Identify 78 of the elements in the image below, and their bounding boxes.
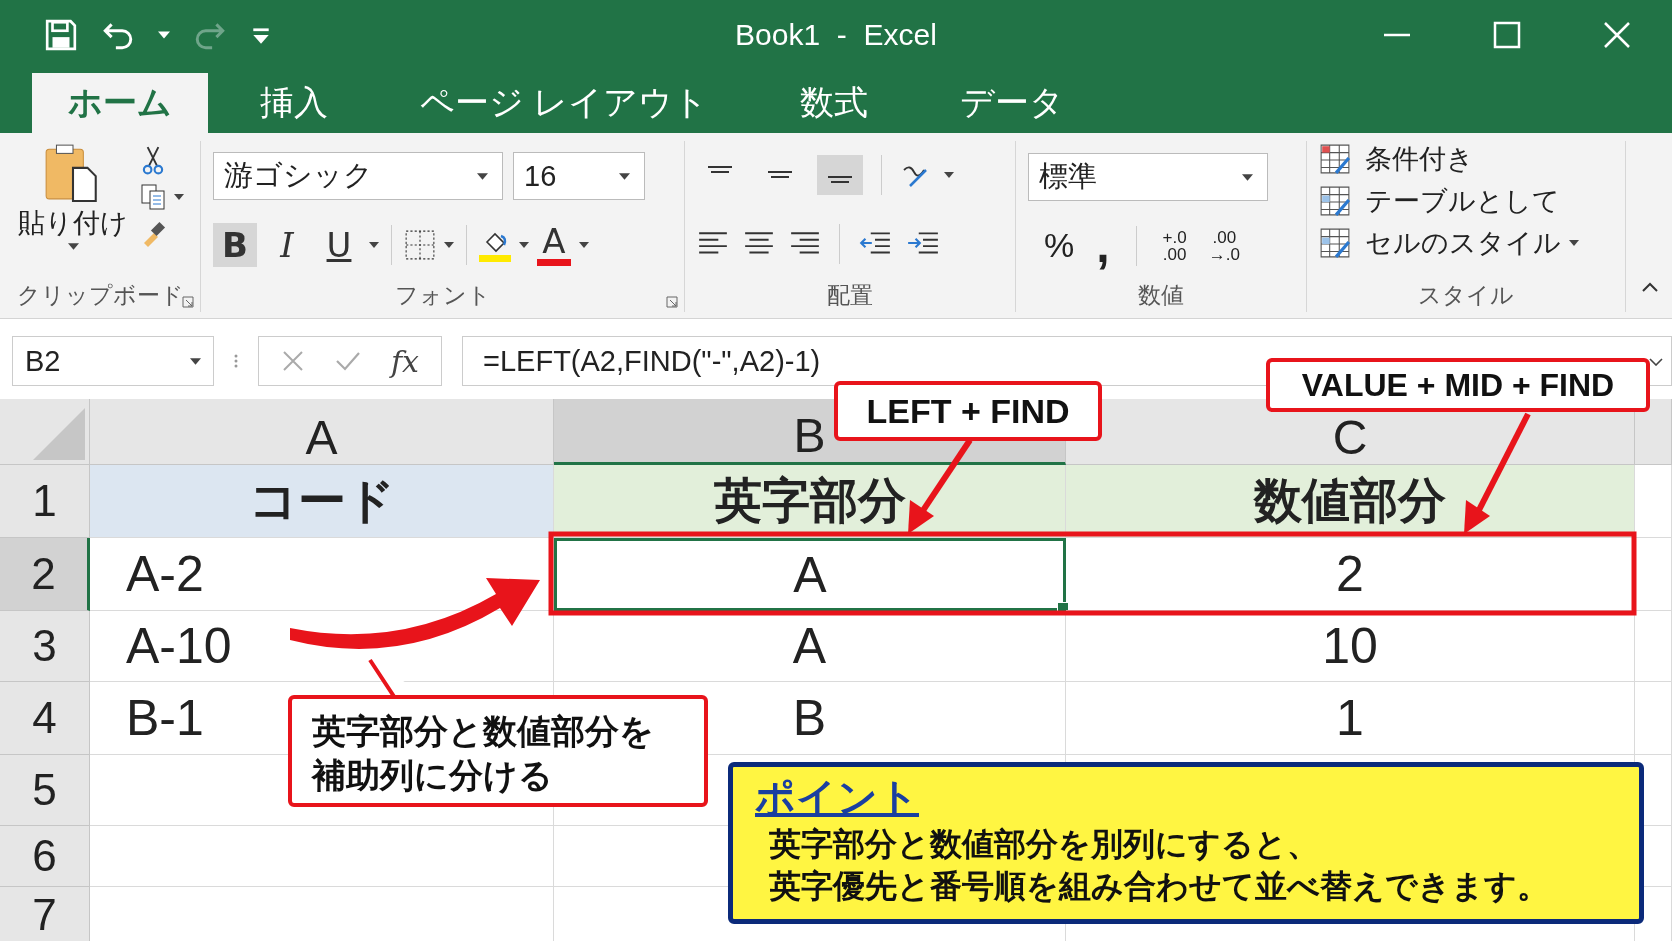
expand-icon[interactable] [1649, 358, 1663, 366]
format-button[interactable]: I [265, 222, 309, 267]
group-label: クリップボード [16, 280, 184, 310]
ribbon-tab[interactable]: 挿入 [220, 73, 368, 133]
table-cell: A [554, 538, 1066, 611]
table-cell: 英字部分 [554, 465, 1066, 538]
style-button[interactable]: セルのスタイル [1365, 225, 1579, 261]
style-button[interactable]: テーブルとして [1365, 183, 1560, 219]
caret-icon[interactable] [1569, 240, 1579, 246]
table-cell: 10 [1066, 611, 1635, 682]
increase-decimal-button[interactable]: +.0 .00 [1162, 228, 1187, 263]
caret-icon[interactable] [67, 243, 79, 250]
row-header[interactable]: 2 [0, 538, 90, 611]
paste-button[interactable]: 貼り付け [18, 205, 128, 241]
font-name-dropdown[interactable]: 游ゴシック [213, 152, 503, 201]
copy-icon[interactable] [140, 183, 168, 211]
caret-icon[interactable] [369, 241, 379, 248]
table-cell: A [554, 611, 1066, 682]
row-header[interactable]: 6 [0, 826, 90, 887]
callout-tooltip: LEFT + FIND [834, 381, 1102, 441]
group-label: フォント [394, 280, 491, 310]
table-cell: 1 [1066, 682, 1635, 755]
ribbon-tab[interactable]: ページ レイアウト [380, 73, 749, 133]
ribbon-tab[interactable]: データ [920, 73, 1105, 133]
table-style-icon[interactable] [1319, 227, 1351, 259]
close-icon[interactable] [1602, 19, 1632, 50]
row-header[interactable]: 7 [0, 887, 90, 941]
group-label: 数値 [1138, 280, 1184, 310]
vertical-align-button[interactable] [817, 155, 863, 196]
caret-icon[interactable] [944, 172, 954, 179]
border-icon[interactable] [404, 228, 436, 261]
group-label: 配置 [827, 280, 873, 310]
dialog-launcher-icon[interactable] [666, 296, 678, 308]
caret-icon[interactable] [579, 241, 589, 248]
font-color-button[interactable]: A [537, 223, 571, 266]
window-title: Book1 - Excel [735, 17, 937, 52]
table-style-icon[interactable] [1319, 185, 1351, 217]
dialog-launcher-icon[interactable] [182, 296, 194, 308]
column-header[interactable] [1635, 399, 1672, 465]
name-box[interactable]: B2 [12, 336, 214, 386]
note-text: 英字優先と番号順を組み合わせて並べ替えできます。 [768, 867, 1549, 906]
format-button[interactable]: B [213, 222, 257, 267]
table-cell [1635, 611, 1672, 682]
decrease-decimal-button[interactable]: .00 →.0 [1208, 228, 1240, 263]
table-cell: 数値部分 [1066, 465, 1635, 538]
table-cell: 2 [1066, 538, 1635, 611]
row-header[interactable]: 5 [0, 755, 90, 826]
grip-icon [234, 353, 238, 369]
column-header[interactable]: A [90, 399, 554, 465]
caret-icon[interactable] [174, 194, 184, 200]
note-title: ポイント [755, 774, 919, 821]
caret-icon[interactable] [519, 241, 529, 248]
row-header[interactable]: 4 [0, 682, 90, 755]
ribbon-tab[interactable]: ホーム [32, 73, 208, 133]
caret-icon[interactable] [619, 172, 630, 180]
caret-icon[interactable] [1242, 173, 1253, 181]
callout-tooltip: VALUE + MID + FIND [1266, 358, 1650, 412]
caret-icon[interactable] [477, 172, 488, 180]
caret-icon[interactable] [444, 241, 454, 248]
collapse-icon[interactable] [1642, 282, 1658, 292]
scissors-icon[interactable] [140, 145, 166, 175]
table-style-icon[interactable] [1319, 143, 1351, 175]
save-icon[interactable] [44, 17, 78, 52]
group-label: スタイル [1418, 280, 1514, 310]
row-header[interactable]: 1 [0, 465, 90, 538]
ribbon-tab[interactable]: 数式 [760, 73, 909, 133]
percent-button[interactable]: % [1044, 226, 1075, 266]
table-cell: コード [90, 465, 554, 538]
row-header[interactable]: 3 [0, 611, 90, 682]
caret-icon[interactable] [190, 357, 201, 365]
font-size-dropdown[interactable]: 16 [513, 152, 645, 201]
caret-icon[interactable] [158, 30, 170, 39]
insert-function-button[interactable]: fx [391, 343, 420, 379]
format-button[interactable]: U [317, 222, 361, 267]
note-text: 英字部分と数値部分を別列にすると、 [768, 825, 1319, 864]
style-button[interactable]: 条件付き [1365, 141, 1474, 177]
number-format-dropdown[interactable]: 標準 [1028, 153, 1268, 202]
maximize-icon[interactable] [1492, 19, 1522, 50]
